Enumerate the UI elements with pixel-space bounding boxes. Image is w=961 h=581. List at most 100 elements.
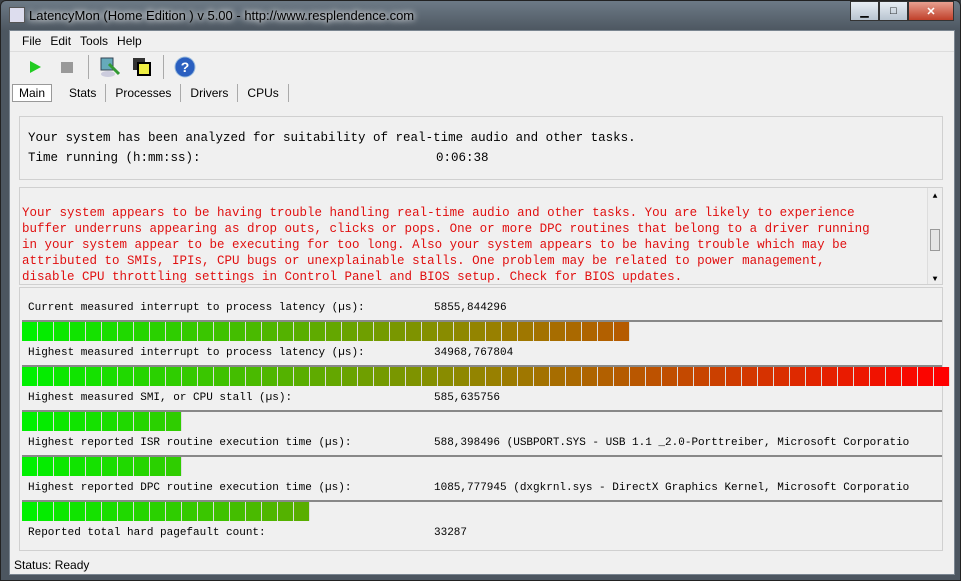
bar-segment xyxy=(54,457,70,476)
bar-segment xyxy=(246,367,262,386)
bar-segment xyxy=(134,322,150,341)
bar-segment xyxy=(182,502,198,521)
bar-segment xyxy=(886,367,902,386)
bar-segment xyxy=(38,457,54,476)
bar-segment xyxy=(662,367,678,386)
bar-segment xyxy=(566,367,582,386)
bar-segment xyxy=(118,502,134,521)
bar-segment xyxy=(582,367,598,386)
bar-segment xyxy=(294,322,310,341)
stop-icon[interactable] xyxy=(56,56,78,78)
bar-segment xyxy=(550,367,566,386)
bar-segment xyxy=(150,322,166,341)
menu-tools[interactable]: Tools xyxy=(80,34,108,48)
bar-segment xyxy=(134,367,150,386)
bar-segment xyxy=(454,322,470,341)
metric-label: Current measured interrupt to process la… xyxy=(28,302,365,314)
play-icon[interactable] xyxy=(24,56,46,78)
bar-segment xyxy=(342,322,358,341)
bar-segment xyxy=(214,367,230,386)
menu-edit[interactable]: Edit xyxy=(50,34,71,48)
windows-icon[interactable] xyxy=(131,56,153,78)
bar-segment xyxy=(214,502,230,521)
tab-drivers[interactable]: Drivers xyxy=(181,84,239,102)
bar-segment xyxy=(70,502,86,521)
bar-segment xyxy=(54,367,70,386)
bar-segment xyxy=(230,502,246,521)
bar-segment xyxy=(262,367,278,386)
bar-segment xyxy=(150,457,166,476)
tab-main[interactable]: Main xyxy=(12,84,53,102)
bar-segment xyxy=(566,322,582,341)
metric-label: Highest measured SMI, or CPU stall (µs): xyxy=(28,392,293,404)
tab-processes[interactable]: Processes xyxy=(106,84,182,102)
metric-label: Reported total hard pagefault count: xyxy=(28,527,266,539)
bar-segment xyxy=(470,367,486,386)
bar-segment xyxy=(518,322,534,341)
bar-segment xyxy=(342,367,358,386)
bar-segment xyxy=(230,367,246,386)
bar-segment xyxy=(102,367,118,386)
bar-segment xyxy=(310,367,326,386)
bar-segment xyxy=(694,367,710,386)
bar-segment xyxy=(22,457,38,476)
bar-segment xyxy=(374,322,390,341)
bar-segment xyxy=(486,367,502,386)
bar-segment xyxy=(358,367,374,386)
svg-text:?: ? xyxy=(181,59,190,75)
menu-bar: File Edit Tools Help xyxy=(10,31,954,52)
bar-segment xyxy=(118,457,134,476)
bar-segment xyxy=(598,367,614,386)
tab-cpus[interactable]: CPUs xyxy=(238,84,289,102)
bar-segment xyxy=(166,502,182,521)
minimize-button[interactable]: ▁ xyxy=(850,1,879,21)
bar-segment xyxy=(518,367,534,386)
metric-value: 588,398496 (USBPORT.SYS - USB 1.1 _2.0-P… xyxy=(434,437,910,449)
help-icon[interactable]: ? xyxy=(174,56,196,78)
bar-segment xyxy=(134,502,150,521)
bar-segment xyxy=(22,367,38,386)
warning-scrollbar[interactable]: ▲ ▼ xyxy=(927,188,942,284)
bar-segment xyxy=(182,367,198,386)
metric-label: Highest reported ISR routine execution t… xyxy=(28,437,352,449)
warning-text: Your system appears to be having trouble… xyxy=(22,206,870,284)
bar-segment xyxy=(134,457,150,476)
bar-segment xyxy=(70,412,86,431)
window-title: LatencyMon (Home Edition ) v 5.00 - http… xyxy=(29,8,415,23)
bar-segment xyxy=(710,367,726,386)
status-bar: Status: Ready xyxy=(14,558,90,572)
latency-bar xyxy=(22,365,950,387)
bar-segment xyxy=(278,322,294,341)
metric-value: 1085,777945 (dxgkrnl.sys - DirectX Graph… xyxy=(434,482,910,494)
metrics-panel: Current measured interrupt to process la… xyxy=(19,287,950,551)
bar-segment xyxy=(22,322,38,341)
metric-value: 5855,844296 xyxy=(434,302,507,314)
bar-segment xyxy=(678,367,694,386)
bar-segment xyxy=(470,322,486,341)
bar-segment xyxy=(86,412,102,431)
bar-segment xyxy=(102,412,118,431)
bar-segment xyxy=(326,367,342,386)
menu-help[interactable]: Help xyxy=(117,34,142,48)
analyze-icon[interactable] xyxy=(99,56,121,78)
app-window: LatencyMon (Home Edition ) v 5.00 - http… xyxy=(0,0,961,581)
app-icon xyxy=(9,7,25,23)
bar-segment xyxy=(38,502,54,521)
bar-segment xyxy=(822,367,838,386)
tab-stats[interactable]: Stats xyxy=(60,84,107,102)
time-running-label: Time running (h:mm:ss): xyxy=(28,151,201,165)
bar-segment xyxy=(198,322,214,341)
bar-segment xyxy=(534,367,550,386)
close-button[interactable]: ✕ xyxy=(908,1,954,21)
maximize-button[interactable]: □ xyxy=(879,1,908,21)
bar-segment xyxy=(22,502,38,521)
bar-segment xyxy=(854,367,870,386)
bar-segment xyxy=(870,367,886,386)
bar-segment xyxy=(198,367,214,386)
bar-segment xyxy=(438,367,454,386)
bar-segment xyxy=(166,412,182,431)
bar-segment xyxy=(646,367,662,386)
latency-bar xyxy=(22,455,942,477)
bar-segment xyxy=(614,322,630,341)
menu-file[interactable]: File xyxy=(22,34,41,48)
